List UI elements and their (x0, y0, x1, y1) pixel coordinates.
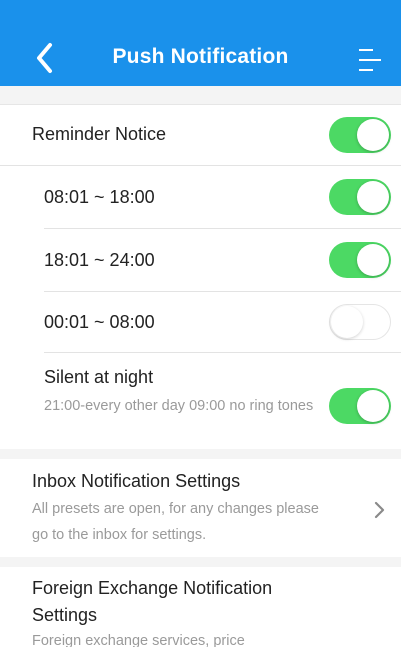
time-slot-toggle-1[interactable] (329, 179, 391, 215)
toggle-knob (357, 390, 389, 422)
section-gap (0, 449, 401, 459)
time-slot-row-1: 08:01 ~ 18:00 (0, 166, 401, 228)
toggle-knob (331, 305, 363, 338)
menu-button[interactable] (357, 44, 383, 76)
inbox-settings-description: All presets are open, for any changes pl… (32, 501, 319, 543)
time-slot-toggle-3[interactable] (329, 304, 391, 340)
forex-settings-title: Foreign Exchange Notification Settings (32, 578, 273, 625)
section-gap (0, 557, 401, 567)
time-slot-label: 08:01 ~ 18:00 (44, 187, 155, 207)
silent-at-night-label: Silent at night (44, 367, 154, 387)
time-slot-row-2: 18:01 ~ 24:00 (0, 229, 401, 291)
hamburger-menu-icon (359, 49, 381, 71)
time-slot-toggle-2[interactable] (329, 242, 391, 278)
time-slot-label: 00:01 ~ 08:00 (44, 312, 155, 332)
chevron-right-icon (374, 501, 385, 519)
forex-settings-description: Foreign exchange services, price (32, 633, 245, 647)
silent-at-night-toggle[interactable] (329, 388, 391, 424)
reminder-notice-label: Reminder Notice (32, 124, 167, 144)
silent-at-night-description: 21:00-every other day 09:00 no ring tone… (44, 398, 314, 414)
silent-at-night-row: Silent at night 21:00-every other day 09… (0, 353, 401, 449)
reminder-notice-row: Reminder Notice (0, 105, 401, 165)
time-slot-label: 18:01 ~ 24:00 (44, 250, 155, 270)
toggle-knob (357, 181, 389, 213)
toggle-knob (357, 244, 389, 276)
app-header: Push Notification (0, 0, 401, 86)
forex-notification-settings-row[interactable]: Foreign Exchange Notification Settings F… (0, 567, 401, 647)
top-gap-divider (0, 86, 401, 105)
toggle-knob (357, 119, 389, 151)
inbox-settings-title: Inbox Notification Settings (32, 471, 241, 491)
page-title: Push Notification (112, 45, 289, 68)
inbox-notification-settings-row[interactable]: Inbox Notification Settings All presets … (0, 459, 401, 557)
time-slot-row-3: 00:01 ~ 08:00 (0, 292, 401, 352)
reminder-notice-toggle[interactable] (329, 117, 391, 153)
